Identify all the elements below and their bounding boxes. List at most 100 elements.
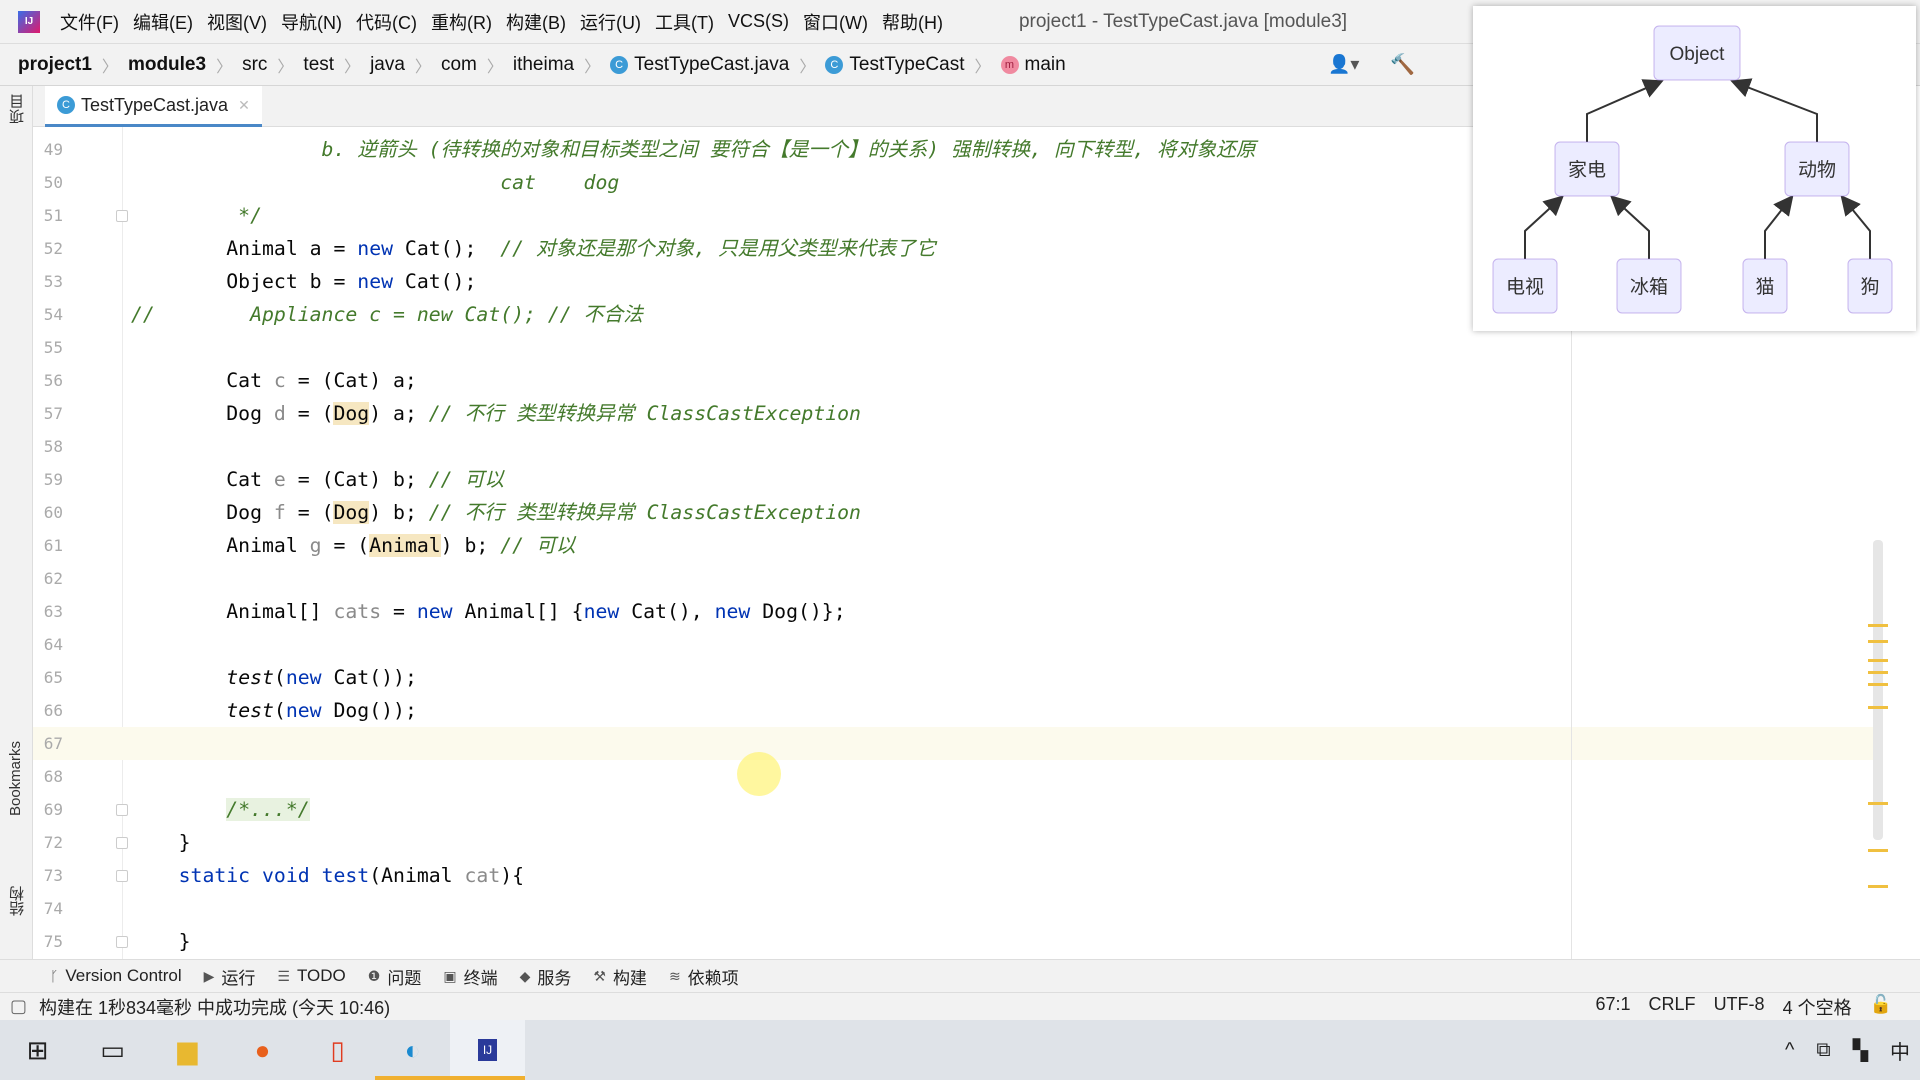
fold-marker-icon[interactable]	[116, 804, 128, 816]
caret-position[interactable]: 67:1	[1596, 994, 1631, 1020]
windows-start-icon[interactable]: ⊞	[0, 1020, 75, 1080]
breadcrumb-item[interactable]: java	[370, 54, 405, 76]
editor-scrollbar[interactable]	[1873, 540, 1883, 840]
tool-window-problem[interactable]: ❶ 问题	[368, 964, 422, 989]
scrollbar-warning-marker[interactable]	[1868, 849, 1888, 852]
code-line[interactable]: Object b = new Cat();	[131, 265, 476, 298]
line-number: 66	[43, 701, 63, 720]
code-line[interactable]: // Appliance c = new Cat(); // 不合法	[131, 298, 643, 331]
tool-window-git-branch[interactable]: ᚴ Version Control	[50, 966, 182, 986]
code-line[interactable]: cat dog	[131, 166, 619, 199]
task-view-icon[interactable]: ▭	[75, 1020, 150, 1080]
close-tab-icon[interactable]: ✕	[238, 97, 250, 114]
menu-window[interactable]: 窗口(W)	[803, 9, 868, 35]
fold-marker-icon[interactable]	[116, 936, 128, 948]
ime-indicator[interactable]: 中	[1890, 1036, 1910, 1065]
fold-marker-icon[interactable]	[116, 837, 128, 849]
breadcrumb-item[interactable]: test	[303, 54, 334, 76]
scrollbar-warning-marker[interactable]	[1868, 640, 1888, 643]
scrollbar-warning-marker[interactable]	[1868, 885, 1888, 888]
lock-icon[interactable]: 🔓	[1870, 994, 1892, 1020]
breadcrumb-item[interactable]: itheima	[513, 54, 574, 76]
code-line[interactable]: Cat c = (Cat) a;	[131, 364, 417, 397]
tab-testtypecast-java[interactable]: C TestTypeCast.java ✕	[45, 86, 262, 127]
tool-window-list[interactable]: ☰ TODO	[277, 966, 345, 986]
build-hammer-icon[interactable]: 🔨	[1390, 52, 1415, 77]
breadcrumb-item[interactable]: project1	[18, 54, 92, 76]
code-line[interactable]: Animal g = (Animal) b; // 可以	[131, 529, 576, 562]
menu-vcs[interactable]: VCS(S)	[728, 11, 789, 32]
menu-help[interactable]: 帮助(H)	[882, 9, 943, 35]
fold-marker-icon[interactable]	[116, 870, 128, 882]
office-icon[interactable]: ▯	[300, 1020, 375, 1080]
edge-icon[interactable]: ◐	[375, 1020, 450, 1080]
scrollbar-warning-marker[interactable]	[1868, 624, 1888, 627]
menu-refactor[interactable]: 重构(R)	[431, 9, 492, 35]
code-line[interactable]: test(new Dog());	[131, 694, 417, 727]
breadcrumb-item[interactable]: module3	[128, 54, 206, 76]
scrollbar-warning-marker[interactable]	[1868, 683, 1888, 686]
menu-build[interactable]: 构建(B)	[506, 9, 566, 35]
code-token: (	[273, 666, 286, 689]
menu-edit[interactable]: 编辑(E)	[133, 9, 193, 35]
project-tool-button[interactable]: 项目	[7, 94, 28, 124]
breadcrumb-item[interactable]: C TestTypeCast	[825, 54, 965, 76]
file-explorer-icon[interactable]: ▆	[150, 1020, 225, 1080]
bookmarks-tool-button[interactable]: Bookmarks	[7, 741, 24, 816]
line-separator[interactable]: CRLF	[1649, 994, 1696, 1020]
code-line[interactable]: }	[131, 826, 191, 859]
code-line[interactable]: b. 逆箭头 (待转换的对象和目标类型之间 要符合【是一个】的关系) 强制转换,…	[131, 133, 1256, 166]
code-line[interactable]: }	[131, 925, 191, 958]
code-token: new	[416, 600, 453, 623]
scrollbar-warning-marker[interactable]	[1868, 671, 1888, 674]
layers-icon: ≋	[668, 967, 681, 984]
tool-window-play[interactable]: ▶ 运行	[204, 964, 256, 989]
status-toggle-icon[interactable]: ▢	[10, 996, 27, 1017]
code-line[interactable]: Dog f = (Dog) b; // 不行 类型转换异常 ClassCastE…	[131, 496, 861, 529]
menu-run[interactable]: 运行(U)	[580, 9, 641, 35]
scrollbar-warning-marker[interactable]	[1868, 659, 1888, 662]
indent-setting[interactable]: 4 个空格	[1783, 994, 1852, 1020]
app-tray-icon[interactable]: ▚	[1853, 1038, 1868, 1063]
menu-navigate[interactable]: 导航(N)	[281, 9, 342, 35]
scrollbar-warning-marker[interactable]	[1868, 706, 1888, 709]
tool-window-terminal[interactable]: ▣ 终端	[443, 964, 497, 989]
user-menu-icon[interactable]: 👤▾	[1328, 54, 1359, 75]
structure-tool-button[interactable]: 结构	[7, 886, 28, 916]
menu-tools[interactable]: 工具(T)	[655, 9, 714, 35]
network-icon[interactable]: ⧉	[1816, 1039, 1830, 1062]
tool-window-services[interactable]: ◆ 服务	[520, 964, 572, 989]
diagram-svg: Object 家电 动物电视 冰箱 猫 狗	[1492, 25, 1893, 314]
services-icon: ◆	[519, 967, 531, 984]
line-number: 61	[43, 536, 63, 555]
breadcrumb-separator-icon: 〉	[486, 58, 503, 76]
menu-file[interactable]: 文件(F)	[60, 9, 119, 35]
code-token: Cat());	[321, 666, 417, 689]
tool-window-hammer[interactable]: ⚒ 构建	[593, 964, 647, 989]
code-line[interactable]: Cat e = (Cat) b; // 可以	[131, 463, 504, 496]
code-token: cat	[464, 864, 501, 887]
breadcrumb-item[interactable]: src	[242, 54, 267, 76]
code-line[interactable]: /*...*/	[131, 793, 310, 826]
file-encoding[interactable]: UTF-8	[1714, 994, 1765, 1020]
code-line[interactable]: test(new Cat());	[131, 661, 417, 694]
menu-view[interactable]: 视图(V)	[207, 9, 267, 35]
code-line[interactable]: static void test(Animal cat){	[131, 859, 524, 892]
intellij-taskbar-icon[interactable]: IJ	[450, 1020, 525, 1080]
fold-marker-icon[interactable]	[116, 210, 128, 222]
code-line[interactable]: Animal a = new Cat(); // 对象还是那个对象, 只是用父类…	[131, 232, 935, 265]
tool-window-layers[interactable]: ≋ 依赖项	[669, 964, 739, 989]
code-token: Animal a =	[131, 237, 358, 260]
breadcrumb-item[interactable]: com	[441, 54, 477, 76]
code-line[interactable]: Animal[] cats = new Animal[] {new Cat(),…	[131, 595, 845, 628]
code-line[interactable]: Dog d = (Dog) a; // 不行 类型转换异常 ClassCastE…	[131, 397, 861, 430]
line-number: 50	[43, 173, 63, 192]
chevron-up-icon[interactable]: ^	[1785, 1039, 1794, 1062]
menu-code[interactable]: 代码(C)	[356, 9, 417, 35]
code-line[interactable]: */	[131, 199, 262, 232]
scrollbar-warning-marker[interactable]	[1868, 802, 1888, 805]
firefox-icon[interactable]: ●	[225, 1020, 300, 1080]
breadcrumb-item[interactable]: m main	[1000, 54, 1066, 76]
hammer-icon: ⚒	[593, 967, 606, 984]
breadcrumb-item[interactable]: C TestTypeCast.java	[610, 54, 789, 76]
